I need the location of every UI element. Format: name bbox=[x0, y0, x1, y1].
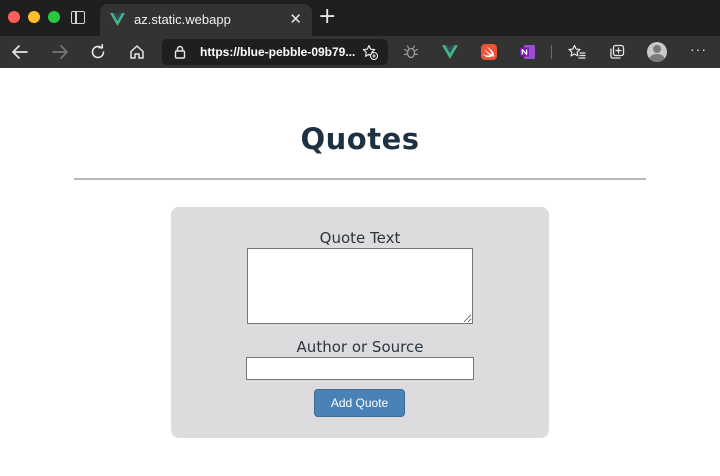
home-icon[interactable] bbox=[127, 42, 147, 62]
title-divider bbox=[74, 178, 646, 180]
back-icon[interactable] bbox=[10, 42, 30, 62]
lock-icon[interactable] bbox=[174, 45, 186, 64]
maximize-window-button[interactable] bbox=[48, 11, 60, 23]
profile-avatar-icon[interactable] bbox=[647, 42, 667, 62]
author-label: Author or Source bbox=[296, 338, 424, 356]
close-window-button[interactable] bbox=[8, 11, 20, 23]
refresh-icon[interactable] bbox=[88, 42, 108, 62]
favorites-icon[interactable] bbox=[567, 42, 587, 62]
toolbar-separator bbox=[551, 45, 552, 59]
vue-icon bbox=[110, 13, 125, 31]
onenote-icon[interactable] bbox=[518, 42, 538, 62]
add-quote-button[interactable]: Add Quote bbox=[314, 389, 405, 417]
bug-extension-icon[interactable] bbox=[401, 42, 421, 62]
tab-actions-icon[interactable] bbox=[71, 11, 85, 24]
vue-devtools-icon[interactable] bbox=[440, 42, 460, 62]
quote-text-label: Quote Text bbox=[319, 229, 401, 247]
swift-extension-icon[interactable] bbox=[479, 42, 499, 62]
page-content: Quotes Quote Text Author or Source Add Q… bbox=[0, 68, 720, 476]
add-favorite-icon[interactable] bbox=[362, 44, 379, 65]
collections-icon[interactable] bbox=[607, 42, 627, 62]
address-bar[interactable]: https://blue-pebble-09b79... bbox=[162, 39, 388, 65]
add-quote-form: Quote Text Author or Source Add Quote bbox=[171, 207, 549, 438]
minimize-window-button[interactable] bbox=[28, 11, 40, 23]
close-tab-icon[interactable]: ✕ bbox=[289, 10, 302, 28]
author-input[interactable] bbox=[246, 357, 474, 380]
more-menu-icon[interactable]: ··· bbox=[690, 41, 707, 57]
browser-tab-bar: az.static.webapp ✕ + bbox=[0, 0, 720, 36]
window-controls bbox=[8, 11, 60, 23]
address-url: https://blue-pebble-09b79... bbox=[200, 45, 356, 59]
forward-icon[interactable] bbox=[50, 42, 70, 62]
new-tab-button[interactable]: + bbox=[318, 4, 336, 30]
quote-text-input[interactable] bbox=[247, 248, 473, 324]
page-title: Quotes bbox=[300, 122, 420, 156]
browser-tab[interactable]: az.static.webapp ✕ bbox=[100, 4, 312, 36]
tab-title: az.static.webapp bbox=[134, 12, 231, 27]
browser-toolbar: https://blue-pebble-09b79... ··· bbox=[0, 36, 720, 68]
